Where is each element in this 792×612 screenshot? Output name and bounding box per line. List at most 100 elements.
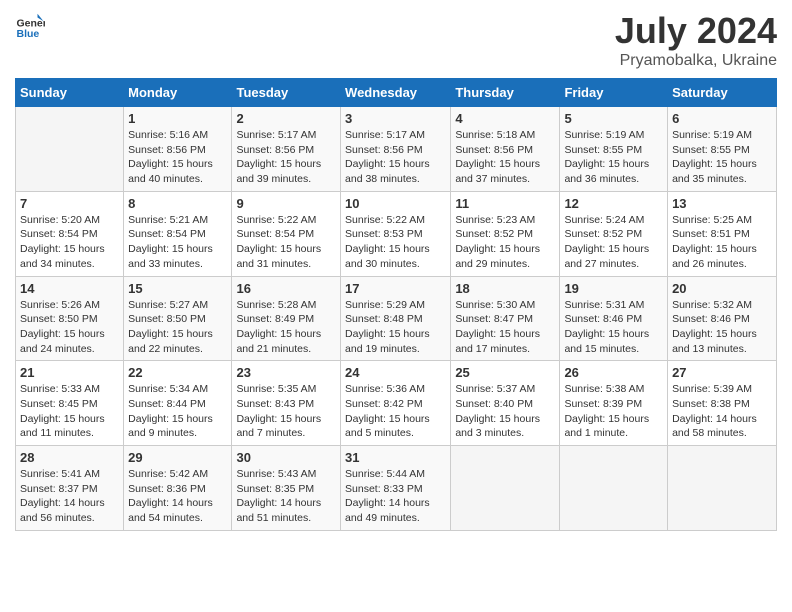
day-info: Sunrise: 5:41 AM Sunset: 8:37 PM Dayligh…	[20, 467, 119, 526]
day-number: 6	[672, 111, 772, 126]
calendar-day-cell: 28 Sunrise: 5:41 AM Sunset: 8:37 PM Dayli…	[16, 446, 124, 531]
calendar-day-cell: 5 Sunrise: 5:19 AM Sunset: 8:55 PM Daylig…	[560, 107, 668, 192]
calendar-title: July 2024	[615, 10, 777, 52]
day-of-week-header: Monday	[124, 79, 232, 107]
day-number: 8	[128, 196, 227, 211]
calendar-body: 1 Sunrise: 5:16 AM Sunset: 8:56 PM Daylig…	[16, 107, 777, 531]
calendar-table: SundayMondayTuesdayWednesdayThursdayFrid…	[15, 78, 777, 531]
calendar-day-cell: 9 Sunrise: 5:22 AM Sunset: 8:54 PM Daylig…	[232, 191, 341, 276]
day-info: Sunrise: 5:19 AM Sunset: 8:55 PM Dayligh…	[672, 128, 772, 187]
calendar-day-cell: 19 Sunrise: 5:31 AM Sunset: 8:46 PM Dayli…	[560, 276, 668, 361]
day-info: Sunrise: 5:17 AM Sunset: 8:56 PM Dayligh…	[236, 128, 336, 187]
day-info: Sunrise: 5:38 AM Sunset: 8:39 PM Dayligh…	[564, 382, 663, 441]
day-number: 10	[345, 196, 446, 211]
day-number: 30	[236, 450, 336, 465]
calendar-day-cell	[451, 446, 560, 531]
day-info: Sunrise: 5:43 AM Sunset: 8:35 PM Dayligh…	[236, 467, 336, 526]
day-number: 28	[20, 450, 119, 465]
day-number: 25	[455, 365, 555, 380]
day-info: Sunrise: 5:33 AM Sunset: 8:45 PM Dayligh…	[20, 382, 119, 441]
calendar-day-cell: 12Sunrise: 5:24 AM Sunset: 8:52 PM Dayli…	[560, 191, 668, 276]
calendar-day-cell: 26 Sunrise: 5:38 AM Sunset: 8:39 PM Dayli…	[560, 361, 668, 446]
day-info: Sunrise: 5:44 AM Sunset: 8:33 PM Dayligh…	[345, 467, 446, 526]
day-info: Sunrise: 5:26 AM Sunset: 8:50 PM Dayligh…	[20, 298, 119, 357]
logo-icon: General Blue	[15, 10, 45, 40]
day-number: 21	[20, 365, 119, 380]
calendar-week-row: 1 Sunrise: 5:16 AM Sunset: 8:56 PM Daylig…	[16, 107, 777, 192]
calendar-day-cell: 30 Sunrise: 5:43 AM Sunset: 8:35 PM Dayli…	[232, 446, 341, 531]
day-of-week-header: Thursday	[451, 79, 560, 107]
day-info: Sunrise: 5:22 AM Sunset: 8:53 PM Dayligh…	[345, 213, 446, 272]
day-info: Sunrise: 5:22 AM Sunset: 8:54 PM Dayligh…	[236, 213, 336, 272]
day-number: 14	[20, 281, 119, 296]
day-number: 13	[672, 196, 772, 211]
calendar-day-cell: 2 Sunrise: 5:17 AM Sunset: 8:56 PM Daylig…	[232, 107, 341, 192]
day-number: 31	[345, 450, 446, 465]
calendar-day-cell: 22 Sunrise: 5:34 AM Sunset: 8:44 PM Dayli…	[124, 361, 232, 446]
day-number: 29	[128, 450, 227, 465]
title-block: July 2024 Pryamobalka, Ukraine	[615, 10, 777, 70]
day-number: 19	[564, 281, 663, 296]
logo: General Blue	[15, 10, 49, 40]
day-info: Sunrise: 5:32 AM Sunset: 8:46 PM Dayligh…	[672, 298, 772, 357]
calendar-day-cell: 11 Sunrise: 5:23 AM Sunset: 8:52 PM Dayli…	[451, 191, 560, 276]
calendar-week-row: 28 Sunrise: 5:41 AM Sunset: 8:37 PM Dayli…	[16, 446, 777, 531]
calendar-day-cell: 21 Sunrise: 5:33 AM Sunset: 8:45 PM Dayli…	[16, 361, 124, 446]
day-of-week-header: Wednesday	[341, 79, 451, 107]
calendar-day-cell: 24Sunrise: 5:36 AM Sunset: 8:42 PM Dayli…	[341, 361, 451, 446]
day-number: 15	[128, 281, 227, 296]
day-number: 20	[672, 281, 772, 296]
day-number: 1	[128, 111, 227, 126]
day-number: 7	[20, 196, 119, 211]
calendar-day-cell: 15 Sunrise: 5:27 AM Sunset: 8:50 PM Dayli…	[124, 276, 232, 361]
day-info: Sunrise: 5:20 AM Sunset: 8:54 PM Dayligh…	[20, 213, 119, 272]
day-info: Sunrise: 5:27 AM Sunset: 8:50 PM Dayligh…	[128, 298, 227, 357]
day-info: Sunrise: 5:25 AM Sunset: 8:51 PM Dayligh…	[672, 213, 772, 272]
day-info: Sunrise: 5:39 AM Sunset: 8:38 PM Dayligh…	[672, 382, 772, 441]
day-number: 18	[455, 281, 555, 296]
day-info: Sunrise: 5:34 AM Sunset: 8:44 PM Dayligh…	[128, 382, 227, 441]
day-number: 12	[564, 196, 663, 211]
calendar-day-cell: 13 Sunrise: 5:25 AM Sunset: 8:51 PM Dayli…	[668, 191, 777, 276]
day-info: Sunrise: 5:16 AM Sunset: 8:56 PM Dayligh…	[128, 128, 227, 187]
day-info: Sunrise: 5:19 AM Sunset: 8:55 PM Dayligh…	[564, 128, 663, 187]
calendar-week-row: 14 Sunrise: 5:26 AM Sunset: 8:50 PM Dayli…	[16, 276, 777, 361]
day-number: 22	[128, 365, 227, 380]
day-info: Sunrise: 5:31 AM Sunset: 8:46 PM Dayligh…	[564, 298, 663, 357]
day-number: 26	[564, 365, 663, 380]
day-info: Sunrise: 5:28 AM Sunset: 8:49 PM Dayligh…	[236, 298, 336, 357]
day-info: Sunrise: 5:18 AM Sunset: 8:56 PM Dayligh…	[455, 128, 555, 187]
calendar-week-row: 21 Sunrise: 5:33 AM Sunset: 8:45 PM Dayli…	[16, 361, 777, 446]
day-number: 4	[455, 111, 555, 126]
calendar-week-row: 7 Sunrise: 5:20 AM Sunset: 8:54 PM Daylig…	[16, 191, 777, 276]
calendar-day-cell: 3Sunrise: 5:17 AM Sunset: 8:56 PM Daylig…	[341, 107, 451, 192]
day-info: Sunrise: 5:42 AM Sunset: 8:36 PM Dayligh…	[128, 467, 227, 526]
day-number: 16	[236, 281, 336, 296]
day-of-week-header: Sunday	[16, 79, 124, 107]
day-info: Sunrise: 5:29 AM Sunset: 8:48 PM Dayligh…	[345, 298, 446, 357]
day-number: 9	[236, 196, 336, 211]
calendar-day-cell: 25 Sunrise: 5:37 AM Sunset: 8:40 PM Dayli…	[451, 361, 560, 446]
day-number: 23	[236, 365, 336, 380]
calendar-day-cell: 14 Sunrise: 5:26 AM Sunset: 8:50 PM Dayli…	[16, 276, 124, 361]
day-number: 11	[455, 196, 555, 211]
calendar-day-cell: 27Sunrise: 5:39 AM Sunset: 8:38 PM Dayli…	[668, 361, 777, 446]
day-info: Sunrise: 5:30 AM Sunset: 8:47 PM Dayligh…	[455, 298, 555, 357]
day-info: Sunrise: 5:37 AM Sunset: 8:40 PM Dayligh…	[455, 382, 555, 441]
calendar-day-cell: 4 Sunrise: 5:18 AM Sunset: 8:56 PM Daylig…	[451, 107, 560, 192]
day-of-week-header: Saturday	[668, 79, 777, 107]
calendar-day-cell: 31 Sunrise: 5:44 AM Sunset: 8:33 PM Dayli…	[341, 446, 451, 531]
calendar-header-row: SundayMondayTuesdayWednesdayThursdayFrid…	[16, 79, 777, 107]
calendar-day-cell: 23Sunrise: 5:35 AM Sunset: 8:43 PM Dayli…	[232, 361, 341, 446]
day-info: Sunrise: 5:21 AM Sunset: 8:54 PM Dayligh…	[128, 213, 227, 272]
day-number: 2	[236, 111, 336, 126]
calendar-day-cell: 20 Sunrise: 5:32 AM Sunset: 8:46 PM Dayli…	[668, 276, 777, 361]
calendar-day-cell: 10 Sunrise: 5:22 AM Sunset: 8:53 PM Dayli…	[341, 191, 451, 276]
calendar-day-cell	[16, 107, 124, 192]
day-number: 5	[564, 111, 663, 126]
day-info: Sunrise: 5:23 AM Sunset: 8:52 PM Dayligh…	[455, 213, 555, 272]
day-of-week-header: Friday	[560, 79, 668, 107]
calendar-day-cell: 8 Sunrise: 5:21 AM Sunset: 8:54 PM Daylig…	[124, 191, 232, 276]
day-info: Sunrise: 5:17 AM Sunset: 8:56 PM Dayligh…	[345, 128, 446, 187]
calendar-day-cell: 7 Sunrise: 5:20 AM Sunset: 8:54 PM Daylig…	[16, 191, 124, 276]
